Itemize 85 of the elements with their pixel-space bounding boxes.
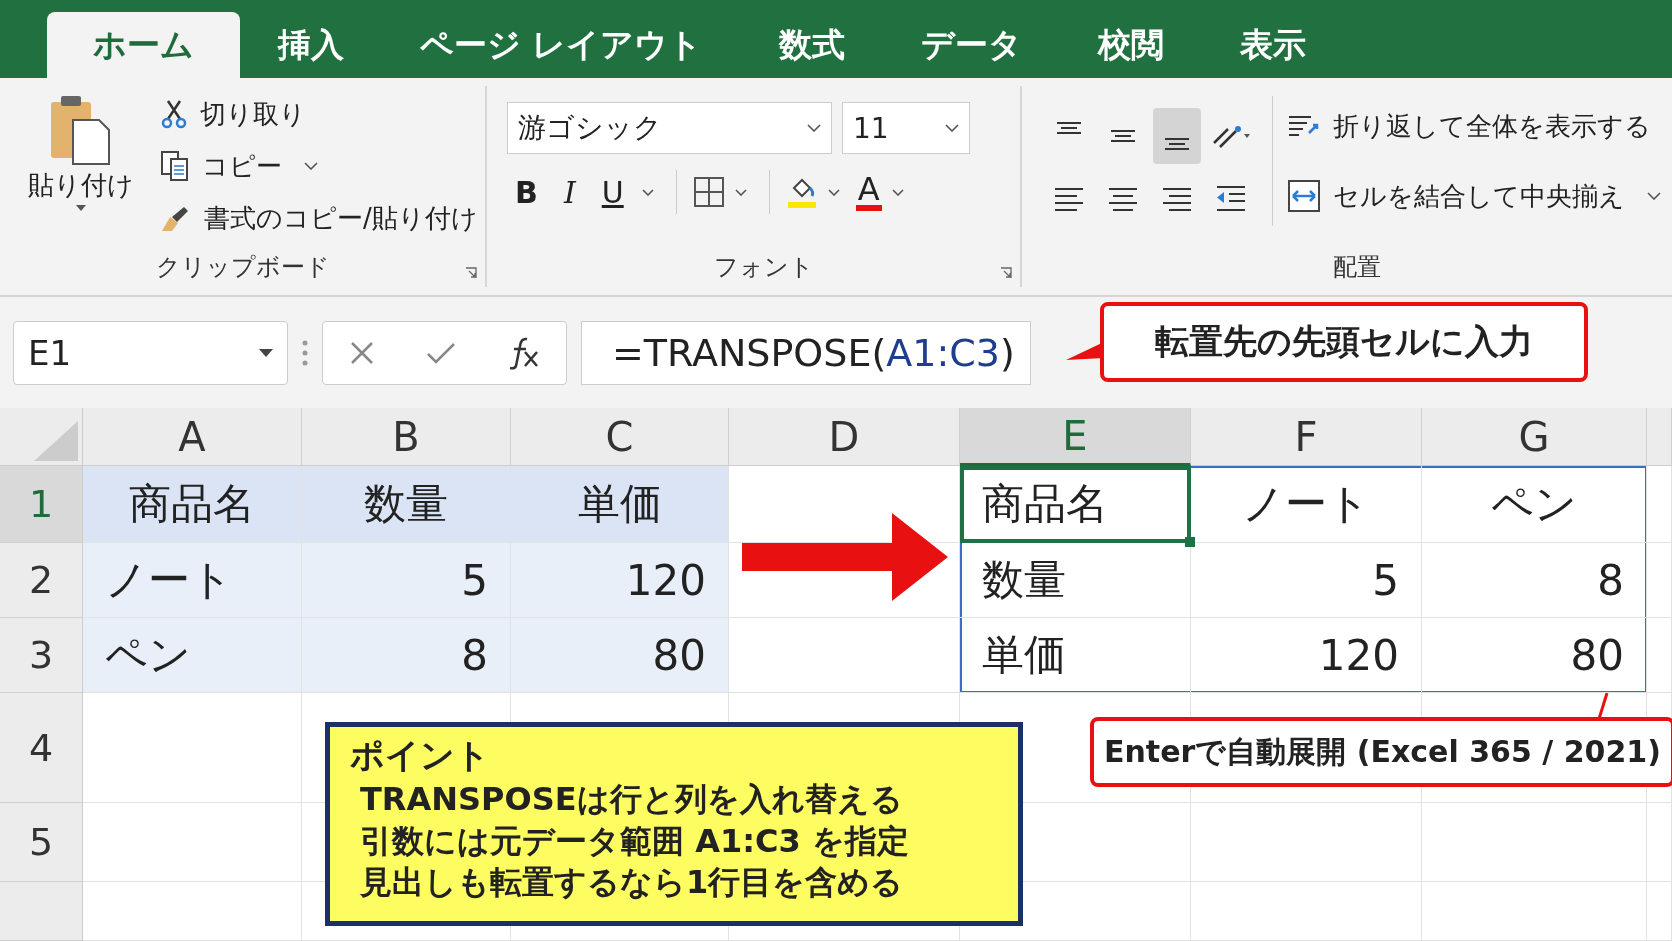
right-arrow-icon	[741, 513, 948, 601]
note-line: 引数には元データ範囲 A1:C3 を指定	[359, 820, 910, 862]
vertical-align-button[interactable]	[1153, 108, 1201, 164]
table-cell: 5	[1191, 543, 1422, 618]
caret-icon	[259, 348, 273, 357]
note-line: TRANSPOSEは行と列を入れ替える	[359, 779, 904, 820]
chevron-down-icon[interactable]	[891, 188, 904, 196]
table-cell: ノート	[83, 543, 302, 618]
corner-triangle-icon	[34, 421, 78, 461]
ribbon-tab[interactable]: ホーム	[47, 12, 240, 78]
row-header[interactable]: 5	[0, 803, 83, 882]
underline-button[interactable]: U	[593, 174, 632, 210]
row-header[interactable]: 2	[0, 543, 83, 618]
column-header[interactable]: D	[729, 408, 960, 466]
chevron-down-icon[interactable]	[734, 188, 747, 196]
chevron-down-icon[interactable]	[641, 188, 654, 196]
chevron-down-icon	[945, 124, 959, 132]
copy-button[interactable]: コピー	[160, 144, 478, 188]
table-cell: ノート	[1191, 466, 1422, 543]
format-painter-button[interactable]: 書式のコピー/貼り付け	[160, 196, 478, 240]
dialog-launcher-icon[interactable]	[465, 267, 477, 279]
table-cell: 80	[511, 618, 729, 693]
align-lines-icon	[1056, 122, 1082, 134]
empty-cell	[1647, 882, 1672, 941]
align-lines-icon	[1164, 138, 1190, 150]
table-cell: ペン	[1422, 466, 1647, 543]
bold-button[interactable]: B	[507, 174, 546, 210]
table-cell: 8	[1422, 543, 1647, 618]
ribbon-tab[interactable]: 校閲	[1059, 12, 1202, 78]
table-cell: 80	[1422, 618, 1647, 693]
column-header[interactable]: B	[302, 408, 511, 466]
table-cell: 単価	[960, 618, 1191, 693]
group-label: フォント	[713, 252, 814, 283]
ribbon-tab[interactable]: ページ レイアウト	[382, 12, 741, 78]
font-size-dropdown[interactable]: 11	[842, 102, 970, 154]
table-cell: 5	[302, 543, 511, 618]
table-cell: ペン	[83, 618, 302, 693]
wrap-text-button[interactable]: 折り返して全体を表示する	[1287, 104, 1661, 148]
note-title: ポイント	[350, 734, 491, 777]
table-cell: 単価	[511, 466, 729, 543]
font-color-button[interactable]: A	[855, 173, 882, 211]
ribbon-tab[interactable]: 数式	[740, 12, 883, 78]
italic-button[interactable]: I	[555, 174, 584, 210]
merge-cells-icon	[1287, 179, 1321, 213]
column-header[interactable]: C	[511, 408, 729, 466]
cancel-icon[interactable]	[348, 339, 375, 366]
merge-center-button[interactable]: セルを結合して中央揃え	[1287, 174, 1661, 218]
group-label: 配置	[1333, 252, 1381, 283]
column-header[interactable]: E	[960, 408, 1191, 466]
column-header[interactable]: A	[83, 408, 302, 466]
table-cell: 8	[302, 618, 511, 693]
table-cell: 120	[1191, 618, 1422, 693]
scissors-icon	[160, 99, 188, 129]
table-cell: 数量	[960, 543, 1191, 618]
callout-box: Enterで自動展開 (Excel 365 / 2021)	[1090, 717, 1672, 787]
chevron-down-icon	[304, 162, 318, 170]
name-box[interactable]: E1	[13, 320, 288, 385]
grip-icon	[302, 338, 308, 367]
caret-icon	[76, 205, 86, 211]
row-header[interactable]: 3	[0, 618, 83, 693]
table-cell: 商品名	[83, 466, 302, 543]
paste-button[interactable]: 貼り付け	[28, 92, 134, 240]
cut-button[interactable]: 切り取り	[160, 92, 478, 136]
group-label: クリップボード	[155, 252, 330, 283]
ribbon-tab[interactable]: 表示	[1201, 12, 1344, 78]
align-lines-icon	[1110, 130, 1136, 142]
font-name-dropdown[interactable]: 游ゴシック	[507, 102, 832, 154]
chevron-down-icon	[1647, 192, 1661, 200]
dialog-launcher-icon[interactable]	[1000, 267, 1012, 279]
row-header[interactable]: 1	[0, 466, 83, 543]
wrap-text-icon	[1287, 113, 1321, 139]
borders-icon[interactable]	[692, 176, 725, 208]
chevron-down-icon	[807, 124, 821, 132]
table-cell: 数量	[302, 466, 511, 543]
ribbon-tab[interactable]: 挿入	[240, 12, 382, 78]
note-line: 見出しも転置するなら1行目を含める	[359, 862, 905, 904]
chevron-down-icon[interactable]	[827, 188, 840, 196]
row-header[interactable]: 4	[0, 693, 83, 803]
formula-field[interactable]: =TRANSPOSE(A1:C3)	[581, 320, 1031, 385]
copy-icon	[160, 150, 190, 182]
column-header[interactable]: G	[1422, 408, 1647, 466]
ribbon-tab[interactable]: データ	[882, 12, 1060, 78]
column-header[interactable]: F	[1191, 408, 1422, 466]
table-cell: 120	[511, 543, 729, 618]
leader-line	[1597, 693, 1609, 719]
